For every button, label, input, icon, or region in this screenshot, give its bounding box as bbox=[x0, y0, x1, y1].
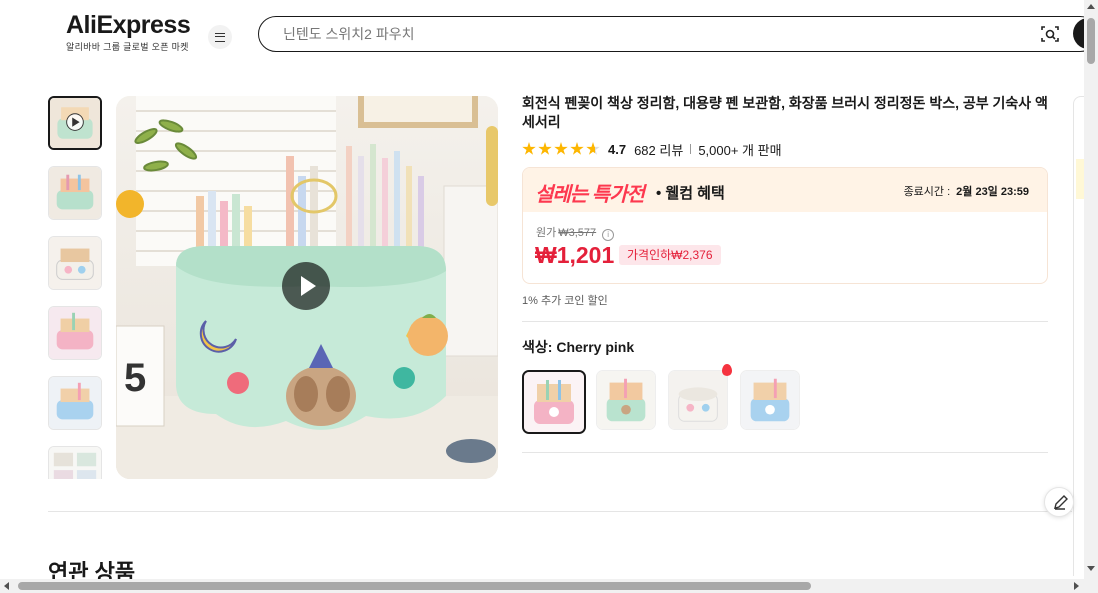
divider bbox=[690, 144, 692, 154]
thumbnail-6[interactable] bbox=[48, 446, 102, 479]
thumbnail-gallery bbox=[48, 96, 102, 479]
swatch-image bbox=[524, 372, 584, 432]
product-thumbnail-image bbox=[49, 167, 101, 219]
thumbnail-4[interactable] bbox=[48, 306, 102, 360]
color-label-text: 색상: bbox=[522, 339, 553, 355]
original-price-row: 원가 ₩3,577 i bbox=[536, 224, 615, 241]
horizontal-scrollbar[interactable] bbox=[0, 579, 1098, 593]
product-thumbnail-image bbox=[49, 447, 101, 479]
product-thumbnail-image bbox=[49, 307, 101, 359]
rating-value: 4.7 bbox=[608, 141, 627, 157]
deal-end-value: 2월 23일 23:59 bbox=[956, 186, 1029, 198]
logo[interactable]: AliExpress 알리바바 그룹 글로벌 오픈 마켓 bbox=[66, 11, 191, 53]
divider bbox=[522, 452, 1048, 453]
reviews-link[interactable]: 682 리뷰 bbox=[634, 140, 683, 159]
info-icon[interactable]: i bbox=[602, 229, 615, 241]
half-star-icon bbox=[586, 142, 600, 155]
deal-welcome: • 웰컴 혜택 bbox=[656, 185, 725, 202]
deal-banner: 설레는 특가전 • 웰컴 혜택 종료시간 : 2월 23일 23:59 bbox=[523, 168, 1047, 212]
discount-badge: 가격인하₩2,376 bbox=[619, 245, 721, 265]
search-bar bbox=[258, 16, 1098, 52]
thumbnail-5[interactable] bbox=[48, 376, 102, 430]
swatch-image bbox=[597, 371, 655, 429]
rating-row: 4.7 682 리뷰 5,000+ 개 판매 bbox=[522, 140, 1048, 158]
swatch-white[interactable] bbox=[668, 370, 728, 430]
video-play-button[interactable] bbox=[282, 262, 330, 310]
coin-discount-note: 1% 추가 코인 할인 bbox=[522, 295, 608, 307]
edit-button[interactable] bbox=[1044, 487, 1074, 517]
product-info: 회전식 펜꽂이 책상 정리함, 대용량 펜 보관함, 화장품 브러시 정리정돈 … bbox=[522, 94, 1048, 436]
header: AliExpress 알리바바 그룹 글로벌 오픈 마켓 bbox=[0, 0, 1098, 70]
video-thumbnail-image bbox=[50, 98, 100, 148]
swatch-cherry-pink[interactable] bbox=[522, 370, 586, 434]
thumbnail-3[interactable] bbox=[48, 236, 102, 290]
product-title: 회전식 펜꽂이 책상 정리함, 대용량 펜 보관함, 화장품 브러시 정리정돈 … bbox=[522, 95, 1048, 130]
color-label: 색상: Cherry pink bbox=[522, 337, 1048, 357]
camera-search-icon[interactable] bbox=[1041, 25, 1059, 43]
product-thumbnail-image bbox=[49, 237, 101, 289]
deal-box: 설레는 특가전 • 웰컴 혜택 종료시간 : 2월 23일 23:59 원가 ₩3,… bbox=[522, 167, 1048, 284]
horizontal-scroll-thumb[interactable] bbox=[18, 582, 811, 590]
pencil-icon bbox=[1054, 495, 1068, 510]
star-icon bbox=[538, 142, 552, 155]
original-price: ₩3,577 bbox=[558, 227, 597, 239]
search-input[interactable] bbox=[283, 24, 983, 44]
product-thumbnail-image bbox=[49, 377, 101, 429]
divider bbox=[522, 321, 1048, 322]
swatch-blue[interactable] bbox=[740, 370, 800, 430]
thumbnail-video[interactable] bbox=[48, 96, 102, 150]
section-divider bbox=[48, 511, 1072, 512]
star-icon bbox=[522, 142, 536, 155]
deal-end-label: 종료시간 : bbox=[903, 186, 951, 198]
deal-end-time: 종료시간 : 2월 23일 23:59 bbox=[904, 183, 1029, 199]
color-swatches bbox=[522, 364, 1048, 436]
swatch-image bbox=[741, 371, 799, 429]
svg-text:5: 5 bbox=[124, 356, 146, 400]
deal-name: 설레는 특가전 bbox=[535, 184, 645, 206]
current-price: ₩1,201 bbox=[535, 242, 615, 268]
main-product-image[interactable]: 5 bbox=[116, 96, 498, 479]
star-icon bbox=[570, 142, 584, 155]
swatch-image bbox=[669, 371, 727, 429]
thumbnail-2[interactable] bbox=[48, 166, 102, 220]
original-price-label: 원가 bbox=[536, 227, 557, 239]
aliexpress-product-page: AliExpress 알리바바 그룹 글로벌 오픈 마켓 닌텐도 스위치2 파우… bbox=[0, 0, 1098, 593]
scroll-left-icon[interactable] bbox=[4, 582, 9, 590]
hamburger-icon bbox=[215, 32, 225, 42]
hot-fire-icon bbox=[722, 364, 732, 376]
scroll-right-icon[interactable] bbox=[1074, 582, 1079, 590]
logo-tagline: 알리바바 그룹 글로벌 오픈 마켓 bbox=[66, 42, 189, 52]
vertical-scroll-thumb[interactable] bbox=[1087, 18, 1095, 64]
vertical-scrollbar[interactable] bbox=[1084, 0, 1098, 579]
swatch-mint[interactable] bbox=[596, 370, 656, 430]
scroll-down-icon[interactable] bbox=[1087, 566, 1095, 571]
star-icon bbox=[554, 142, 568, 155]
star-rating bbox=[522, 142, 600, 156]
scroll-up-icon[interactable] bbox=[1087, 4, 1095, 9]
selected-color: Cherry pink bbox=[556, 339, 635, 355]
sold-count: 5,000+ 개 판매 bbox=[698, 142, 782, 158]
logo-text: AliExpress bbox=[66, 11, 191, 39]
menu-button[interactable] bbox=[208, 25, 232, 49]
